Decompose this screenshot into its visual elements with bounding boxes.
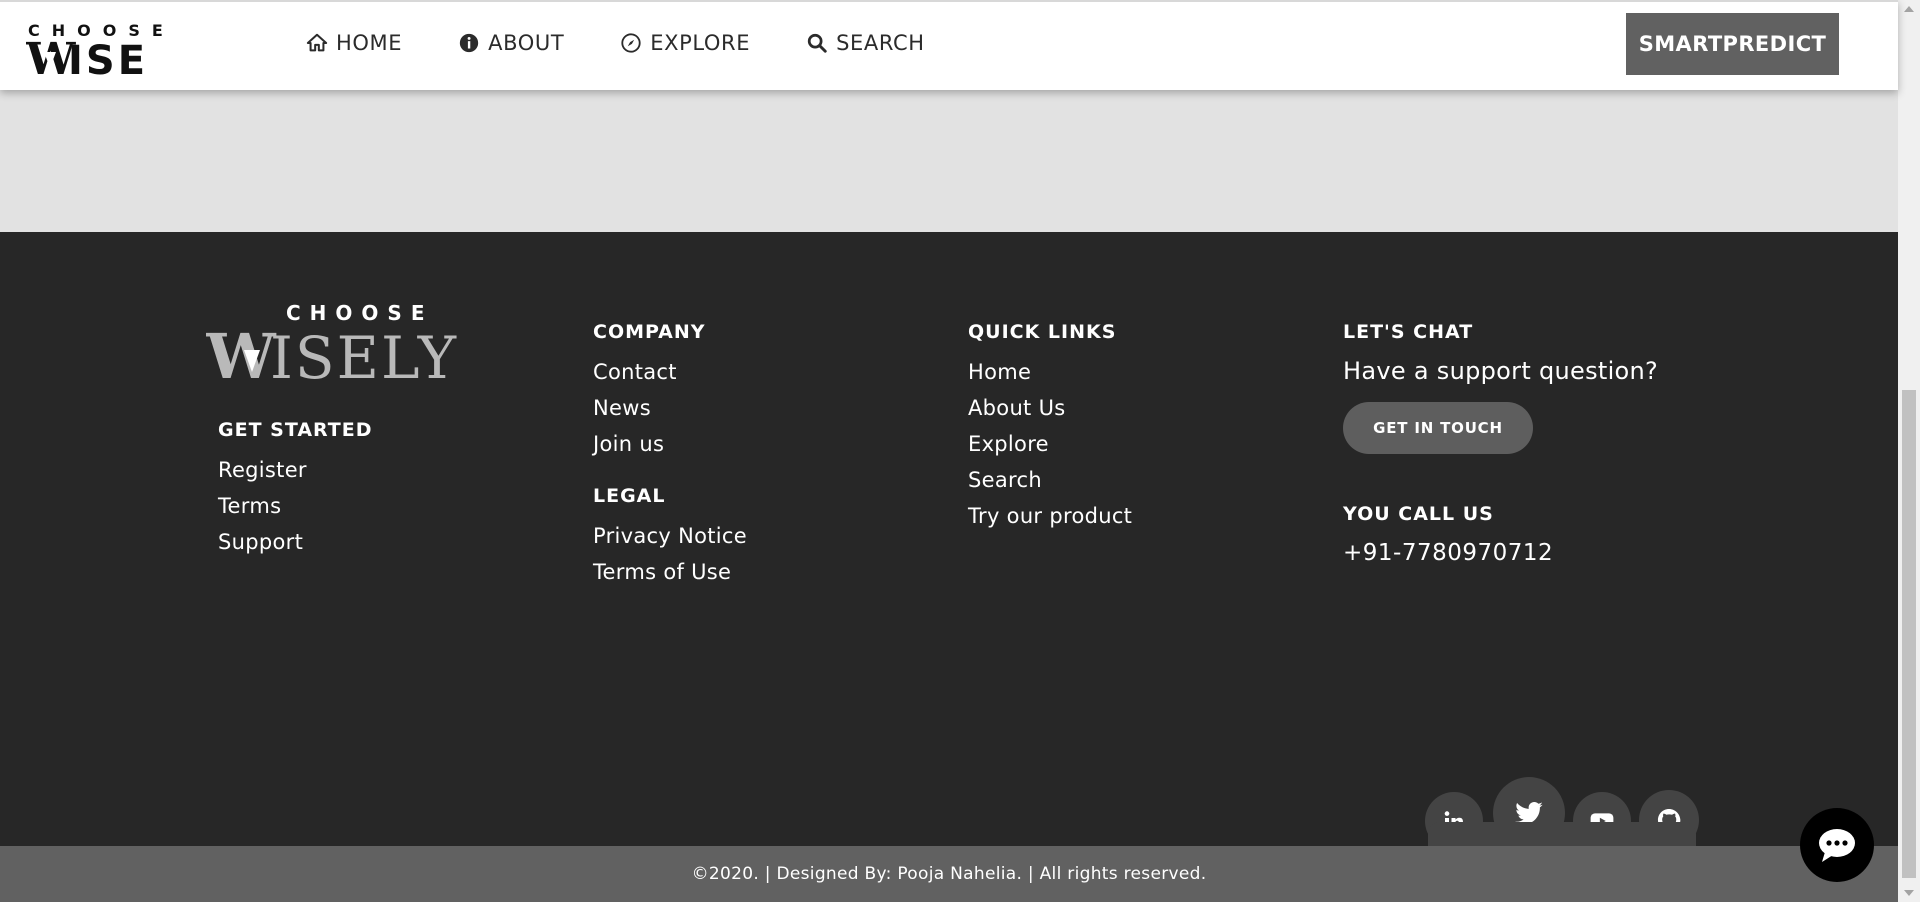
chat-widget-button[interactable]: [1800, 808, 1874, 882]
quick-explore-link[interactable]: Explore: [968, 426, 1132, 462]
get-started-column: GET STARTED Register Terms Support: [218, 418, 373, 560]
copyright-text: ©2020. | Designed By: Pooja Nahelia. | A…: [691, 864, 1207, 884]
svg-text:ISELY: ISELY: [270, 324, 458, 382]
compass-icon: [620, 32, 642, 54]
nav-explore[interactable]: EXPLORE: [620, 28, 750, 58]
social-bump: [1428, 822, 1696, 846]
home-icon: [306, 32, 328, 54]
info-icon: [458, 32, 480, 54]
nav-search-label: SEARCH: [836, 31, 925, 55]
try-product-link[interactable]: Try our product: [968, 498, 1132, 534]
terms-link[interactable]: Terms: [218, 488, 373, 524]
news-link[interactable]: News: [593, 390, 747, 426]
svg-text:W: W: [206, 320, 277, 382]
phone-number[interactable]: +91-7780970712: [1343, 538, 1658, 568]
nav-about-label: ABOUT: [488, 31, 565, 55]
join-us-link[interactable]: Join us: [593, 426, 747, 462]
legal-heading: LEGAL: [593, 485, 666, 507]
contact-link[interactable]: Contact: [593, 354, 747, 390]
company-column: COMPANY Contact News Join us LEGAL Priva…: [593, 320, 747, 590]
chat-column: LET'S CHAT Have a support question? GET …: [1343, 320, 1658, 568]
nav-explore-label: EXPLORE: [650, 31, 751, 55]
quick-links-column: QUICK LINKS Home About Us Explore Search…: [968, 320, 1132, 534]
top-navbar: CHOOSE W ISE HOME ABOUT EXPLORE: [0, 0, 1898, 90]
quick-search-link[interactable]: Search: [968, 462, 1132, 498]
support-question-text: Have a support question?: [1343, 357, 1659, 385]
chat-bubble-icon: [1819, 829, 1855, 862]
main-nav: HOME ABOUT EXPLORE SEARCH: [306, 28, 981, 58]
call-us-heading: YOU CALL US: [1343, 503, 1494, 525]
quick-links-heading: QUICK LINKS: [968, 321, 1117, 343]
privacy-notice-link[interactable]: Privacy Notice: [593, 518, 747, 554]
search-icon: [806, 32, 828, 54]
nav-search[interactable]: SEARCH: [806, 28, 925, 58]
register-link[interactable]: Register: [218, 452, 373, 488]
footer: CHOOSE W ISELY GET STARTED Register Term…: [0, 232, 1898, 850]
get-in-touch-button[interactable]: GET IN TOUCH: [1343, 402, 1533, 454]
copyright-bar: ©2020. | Designed By: Pooja Nahelia. | A…: [0, 846, 1898, 902]
quick-home-link[interactable]: Home: [968, 354, 1132, 390]
choose-wise-logo[interactable]: CHOOSE W ISE: [26, 22, 244, 76]
content-band: [0, 90, 1898, 232]
page-scrollbar[interactable]: [1898, 0, 1920, 902]
nav-home[interactable]: HOME: [306, 28, 402, 58]
scroll-up-arrow[interactable]: [1898, 0, 1920, 18]
svg-text:ISE: ISE: [68, 38, 148, 76]
terms-of-use-link[interactable]: Terms of Use: [593, 554, 747, 590]
choose-wisely-logo[interactable]: CHOOSE W ISELY: [206, 302, 536, 382]
scroll-down-arrow[interactable]: [1898, 884, 1920, 902]
nav-home-label: HOME: [336, 31, 403, 55]
quick-about-link[interactable]: About Us: [968, 390, 1132, 426]
get-started-heading: GET STARTED: [218, 419, 373, 441]
scroll-thumb[interactable]: [1902, 390, 1916, 878]
support-link[interactable]: Support: [218, 524, 373, 560]
company-heading: COMPANY: [593, 321, 706, 343]
smartpredict-button[interactable]: SMARTPREDICT: [1626, 13, 1839, 75]
nav-about[interactable]: ABOUT: [458, 28, 564, 58]
svg-text:CHOOSE: CHOOSE: [286, 302, 434, 325]
lets-chat-heading: LET'S CHAT: [1343, 321, 1474, 343]
